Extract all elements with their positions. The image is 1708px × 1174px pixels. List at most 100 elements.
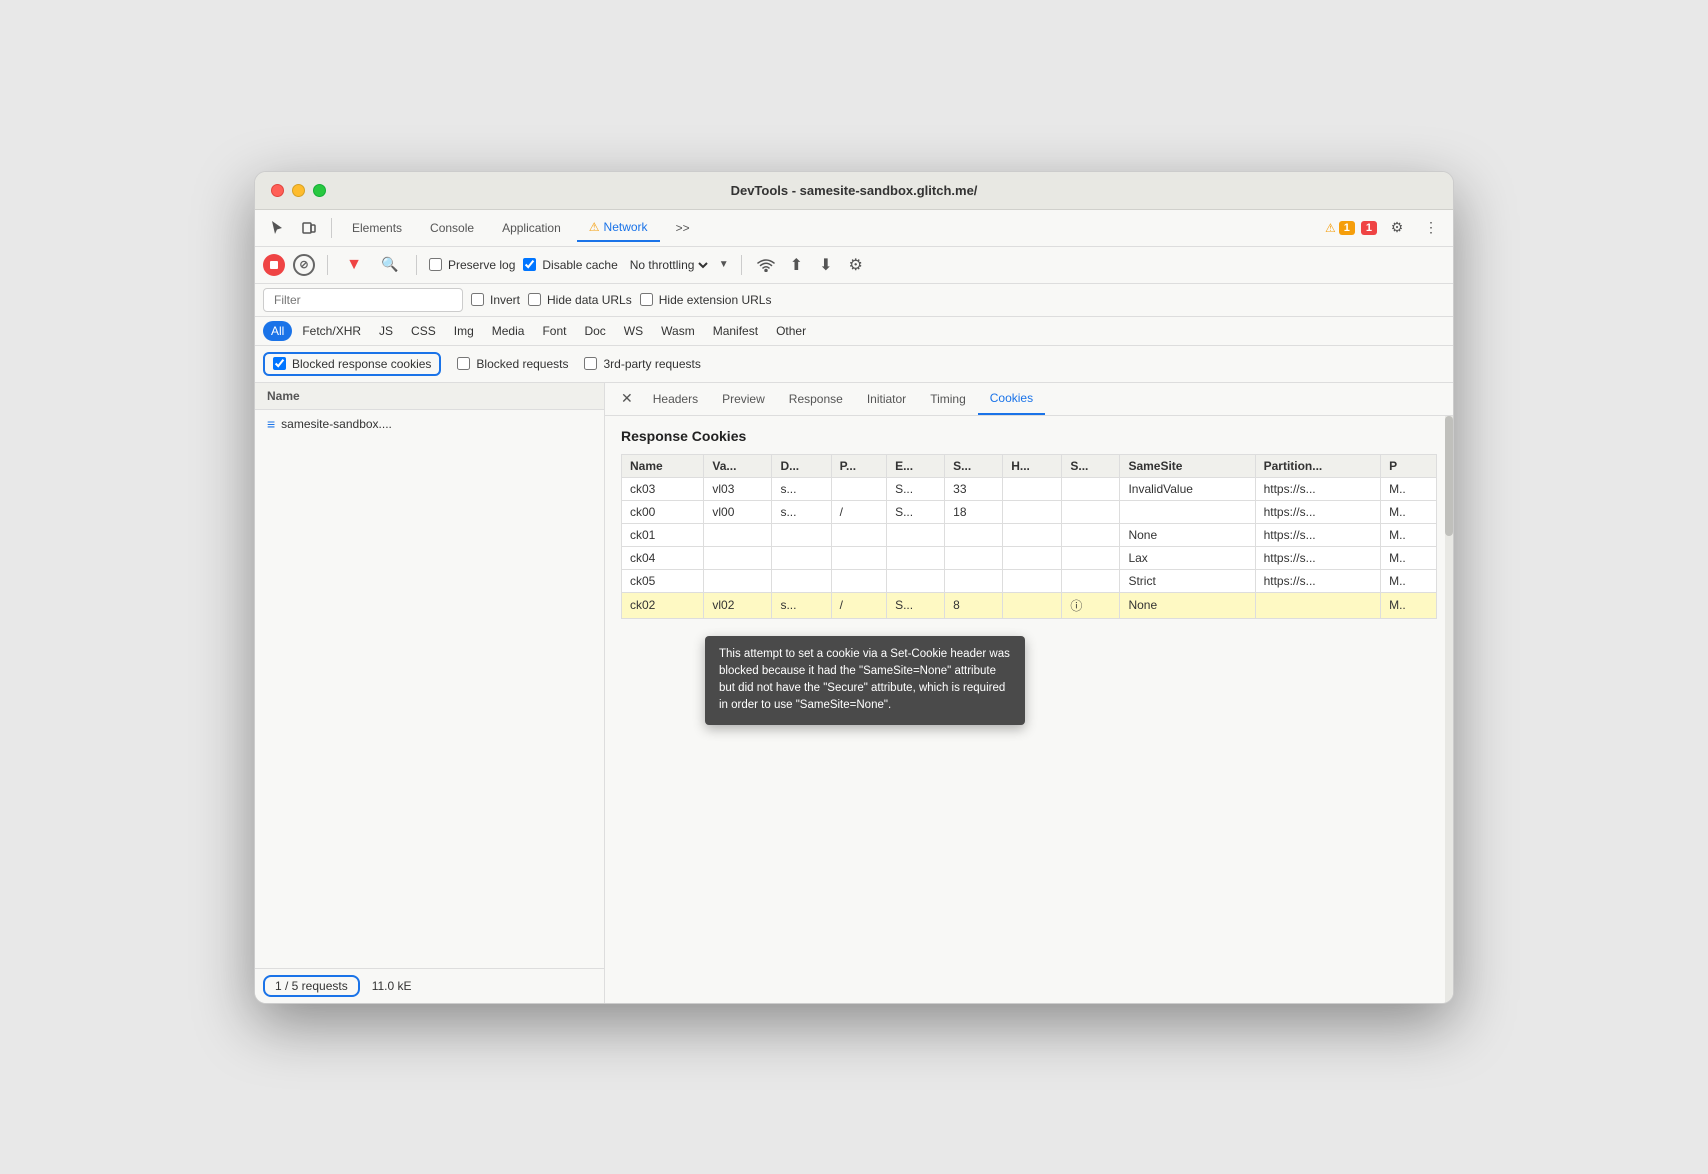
tab-application[interactable]: Application bbox=[490, 215, 573, 241]
type-btn-wasm[interactable]: Wasm bbox=[653, 321, 703, 341]
type-btn-css[interactable]: CSS bbox=[403, 321, 444, 341]
type-btn-all[interactable]: All bbox=[263, 321, 292, 341]
tab-more[interactable]: >> bbox=[664, 215, 702, 241]
table-row[interactable]: ck01 None https://s... M.. bbox=[622, 523, 1437, 546]
cell-size: 8 bbox=[945, 592, 1003, 618]
error-count: 1 bbox=[1361, 221, 1377, 235]
cell-httponly bbox=[1003, 592, 1062, 618]
network-settings-icon[interactable]: ⚙ bbox=[844, 251, 866, 279]
cell-domain bbox=[772, 546, 831, 569]
cell-expires bbox=[887, 569, 945, 592]
detail-tab-preview[interactable]: Preview bbox=[710, 384, 777, 414]
close-button[interactable] bbox=[271, 184, 284, 197]
cell-domain: s... bbox=[772, 500, 831, 523]
table-row[interactable]: ck00 vl00 s... / S... 18 https://s... bbox=[622, 500, 1437, 523]
blocked-response-cookies-checkbox[interactable]: Blocked response cookies bbox=[263, 352, 441, 376]
blocked-requests-checkbox[interactable]: Blocked requests bbox=[457, 357, 568, 371]
invert-checkbox[interactable]: Invert bbox=[471, 293, 520, 307]
type-btn-manifest[interactable]: Manifest bbox=[705, 321, 766, 341]
tab-elements[interactable]: Elements bbox=[340, 215, 414, 241]
cell-path bbox=[831, 546, 887, 569]
col-size: S... bbox=[945, 454, 1003, 477]
settings-icon[interactable]: ⚙ bbox=[1383, 214, 1411, 242]
col-path: P... bbox=[831, 454, 887, 477]
cell-path: / bbox=[831, 592, 887, 618]
filter-input[interactable] bbox=[263, 288, 463, 312]
preserve-log-input[interactable] bbox=[429, 258, 442, 271]
device-icon[interactable] bbox=[295, 214, 323, 242]
tab-network[interactable]: ⚠ Network bbox=[577, 214, 660, 242]
blocked-requests-input[interactable] bbox=[457, 357, 470, 370]
tab-console[interactable]: Console bbox=[418, 215, 486, 241]
cell-value bbox=[704, 546, 772, 569]
type-btn-img[interactable]: Img bbox=[446, 321, 482, 341]
third-party-requests-input[interactable] bbox=[584, 357, 597, 370]
cell-samesite bbox=[1120, 500, 1255, 523]
hide-ext-urls-checkbox[interactable]: Hide extension URLs bbox=[640, 293, 772, 307]
stop-recording-button[interactable] bbox=[263, 254, 285, 276]
cell-expires bbox=[887, 523, 945, 546]
cell-domain: s... bbox=[772, 592, 831, 618]
cell-httponly bbox=[1003, 523, 1062, 546]
throttle-arrow: ▼ bbox=[719, 259, 729, 270]
more-icon[interactable]: ⋮ bbox=[1417, 214, 1445, 242]
type-btn-doc[interactable]: Doc bbox=[576, 321, 613, 341]
table-row[interactable]: ck05 Strict https://s... M.. bbox=[622, 569, 1437, 592]
request-name: samesite-sandbox.... bbox=[281, 417, 392, 431]
cell-domain bbox=[772, 523, 831, 546]
table-row[interactable]: ck03 vl03 s... S... 33 InvalidValue http… bbox=[622, 477, 1437, 500]
cell-expires: S... bbox=[887, 477, 945, 500]
clear-button[interactable]: ⊘ bbox=[293, 254, 315, 276]
cell-httponly bbox=[1003, 477, 1062, 500]
request-item[interactable]: ≡ samesite-sandbox.... bbox=[255, 410, 604, 438]
type-btn-fetch[interactable]: Fetch/XHR bbox=[294, 321, 369, 341]
hide-ext-urls-input[interactable] bbox=[640, 293, 653, 306]
throttle-select[interactable]: No throttling bbox=[626, 257, 711, 273]
cell-partition: https://s... bbox=[1255, 523, 1380, 546]
upload-icon[interactable]: ⬆ bbox=[786, 251, 807, 279]
type-btn-media[interactable]: Media bbox=[484, 321, 533, 341]
cell-samesite: Lax bbox=[1120, 546, 1255, 569]
request-count-badge: 1 / 5 requests bbox=[263, 975, 360, 997]
disable-cache-input[interactable] bbox=[523, 258, 536, 271]
close-detail-button[interactable]: ✕ bbox=[613, 384, 641, 413]
preserve-log-checkbox[interactable]: Preserve log bbox=[429, 258, 515, 272]
scroll-thumb[interactable] bbox=[1445, 416, 1453, 536]
hide-data-urls-checkbox[interactable]: Hide data URLs bbox=[528, 293, 632, 307]
cell-p: M.. bbox=[1381, 569, 1437, 592]
detail-tab-response[interactable]: Response bbox=[777, 384, 855, 414]
scroll-indicator[interactable] bbox=[1445, 416, 1453, 1003]
cell-expires: S... bbox=[887, 592, 945, 618]
type-btn-ws[interactable]: WS bbox=[616, 321, 651, 341]
third-party-requests-checkbox[interactable]: 3rd-party requests bbox=[584, 357, 700, 371]
detail-tab-initiator[interactable]: Initiator bbox=[855, 384, 918, 414]
wifi-icon[interactable] bbox=[754, 253, 778, 277]
maximize-button[interactable] bbox=[313, 184, 326, 197]
type-btn-js[interactable]: JS bbox=[371, 321, 401, 341]
cursor-icon[interactable] bbox=[263, 214, 291, 242]
cell-path bbox=[831, 569, 887, 592]
invert-input[interactable] bbox=[471, 293, 484, 306]
type-btn-font[interactable]: Font bbox=[534, 321, 574, 341]
type-filter-bar: All Fetch/XHR JS CSS Img Media Font Doc … bbox=[255, 317, 1453, 346]
hide-data-urls-input[interactable] bbox=[528, 293, 541, 306]
detail-tab-cookies[interactable]: Cookies bbox=[978, 383, 1045, 415]
cell-expires: S... bbox=[887, 500, 945, 523]
detail-tab-headers[interactable]: Headers bbox=[641, 384, 710, 414]
table-row[interactable]: ck04 Lax https://s... M.. bbox=[622, 546, 1437, 569]
cell-value bbox=[704, 569, 772, 592]
minimize-button[interactable] bbox=[292, 184, 305, 197]
blocked-response-cookies-input[interactable] bbox=[273, 357, 286, 370]
warning-badge: ⚠ 1 bbox=[1325, 221, 1355, 235]
filter-icon[interactable]: ▼ bbox=[340, 251, 368, 279]
detail-tab-timing[interactable]: Timing bbox=[918, 384, 978, 414]
col-expires: E... bbox=[887, 454, 945, 477]
type-btn-other[interactable]: Other bbox=[768, 321, 814, 341]
cell-partition: https://s... bbox=[1255, 500, 1380, 523]
search-icon[interactable]: 🔍 bbox=[376, 251, 404, 279]
download-icon[interactable]: ⬇ bbox=[815, 251, 836, 279]
cell-size: 33 bbox=[945, 477, 1003, 500]
disable-cache-checkbox[interactable]: Disable cache bbox=[523, 258, 617, 272]
table-row-highlighted[interactable]: ck02 vl02 s... / S... 8 ⓘ None M.. bbox=[622, 592, 1437, 618]
network-toolbar: ⊘ ▼ 🔍 Preserve log Disable cache No thro… bbox=[255, 247, 1453, 284]
